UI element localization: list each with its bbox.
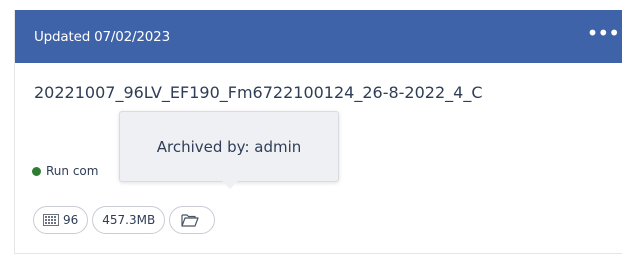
run-tags: 96 457.3MB xyxy=(33,206,216,234)
status-dot-icon xyxy=(32,166,41,176)
more-options-icon[interactable]: ••• xyxy=(587,21,620,45)
run-name[interactable]: 20221007_96LV_EF190_Fm6722100124_26-8-20… xyxy=(34,81,554,105)
samples-count: 96 xyxy=(63,213,79,227)
tooltip-text: Archived by: admin xyxy=(156,137,302,156)
folder-icon xyxy=(181,214,199,227)
updated-date: Updated 07/02/2023 xyxy=(34,29,170,45)
status-text: Run com xyxy=(46,164,99,178)
samples-tag: 96 xyxy=(33,206,89,234)
run-status: Run com xyxy=(32,164,98,178)
archive-folder-button[interactable] xyxy=(169,206,216,234)
size-value: 457.3MB xyxy=(102,213,156,227)
grid-icon xyxy=(43,214,59,226)
size-tag: 457.3MB xyxy=(92,206,166,234)
tooltip-arrow xyxy=(222,181,238,189)
archived-by-tooltip: Archived by: admin xyxy=(119,111,339,182)
card-header: Updated 07/02/2023 ••• xyxy=(15,10,622,63)
